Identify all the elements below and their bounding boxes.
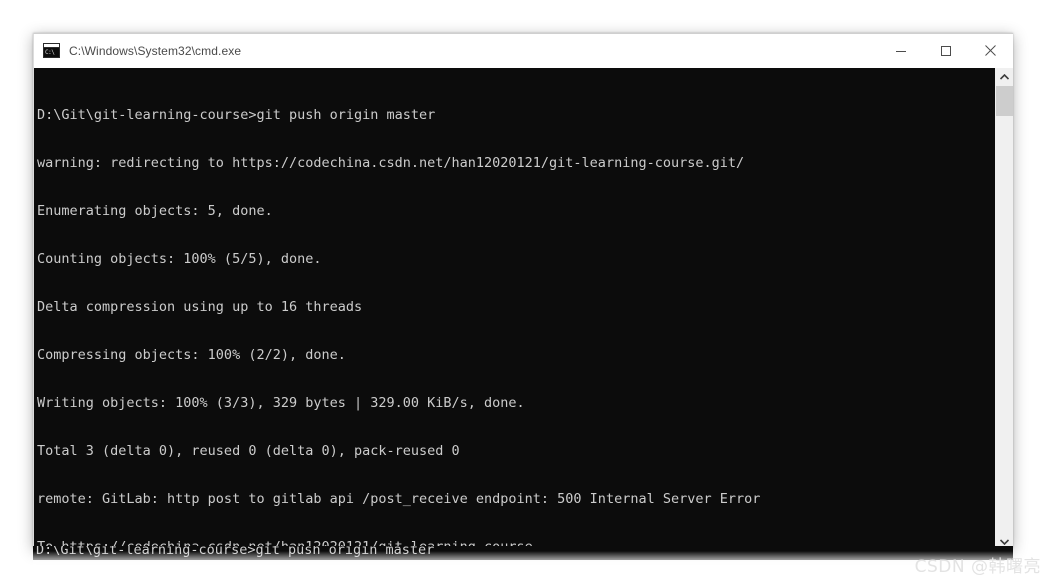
console-line: Enumerating objects: 5, done. xyxy=(37,203,273,219)
fade-overlay xyxy=(33,546,1013,582)
clipped-console-strip: D:\Git\git-learning-course>git push orig… xyxy=(33,546,1013,582)
clipped-strip-background xyxy=(33,546,1013,560)
console-line: Counting objects: 100% (5/5), done. xyxy=(37,251,322,267)
console-line: Total 3 (delta 0), reused 0 (delta 0), p… xyxy=(37,443,460,459)
maximize-button[interactable] xyxy=(923,34,968,67)
title-bar[interactable]: C:\ C:\Windows\System32\cmd.exe xyxy=(34,34,1013,68)
minimize-button[interactable] xyxy=(878,34,923,67)
console-line: To https://codechina.csdn.net/han1202012… xyxy=(37,539,533,548)
window-controls[interactable] xyxy=(878,34,1013,67)
window-title: C:\Windows\System32\cmd.exe xyxy=(69,43,242,58)
cmd-console-icon: C:\ xyxy=(43,43,60,58)
console-line: D:\Git\git-learning-course>git push orig… xyxy=(37,107,436,123)
close-button[interactable] xyxy=(968,34,1013,67)
console-scrollbar[interactable] xyxy=(995,68,1013,548)
csdn-watermark: CSDN @韩曙亮 xyxy=(914,557,1041,577)
console-line: Compressing objects: 100% (2/2), done. xyxy=(37,347,346,363)
scroll-up-arrow-icon[interactable] xyxy=(996,68,1013,85)
console-line: Writing objects: 100% (3/3), 329 bytes |… xyxy=(37,395,525,411)
console-line: remote: GitLab: http post to gitlab api … xyxy=(37,491,761,507)
scroll-down-arrow-icon[interactable] xyxy=(996,533,1013,548)
console-line: warning: redirecting to https://codechin… xyxy=(37,155,745,171)
icon-prompt-glyph: C:\ xyxy=(44,48,59,57)
console-output[interactable]: D:\Git\git-learning-course>git push orig… xyxy=(34,68,995,548)
cmd-window[interactable]: C:\ C:\Windows\System32\cmd.exe D:\Git\g… xyxy=(33,33,1013,548)
scrollbar-thumb[interactable] xyxy=(996,86,1013,116)
console-area[interactable]: D:\Git\git-learning-course>git push orig… xyxy=(34,68,1013,548)
console-line: Delta compression using up to 16 threads xyxy=(37,299,363,315)
